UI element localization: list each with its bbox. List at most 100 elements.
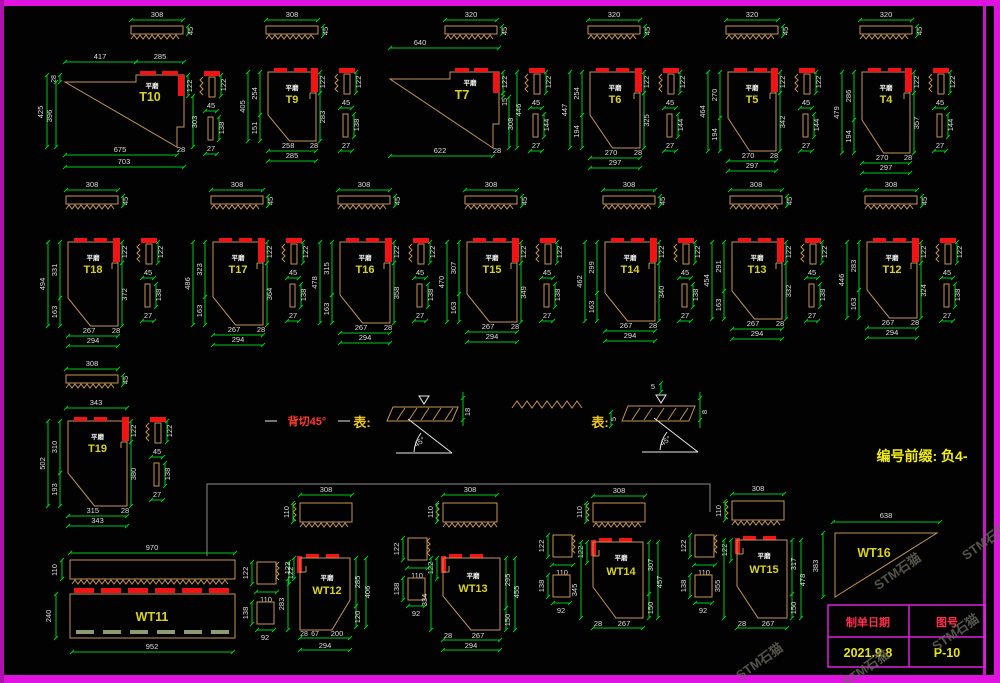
- dim-text: 122: [814, 76, 823, 89]
- dim-text: 308: [623, 180, 636, 189]
- dim-text: 294: [319, 641, 332, 650]
- zigzag-edge: [66, 384, 114, 388]
- dim-text: 320: [880, 10, 893, 19]
- dim-text: 320: [465, 10, 478, 19]
- outline-rect: [154, 463, 159, 486]
- dim-text: 28: [776, 319, 784, 328]
- zigzag-edge: [860, 35, 908, 39]
- dim-text: 494: [38, 278, 47, 291]
- outline-rect: [445, 26, 497, 34]
- dim-text: 267: [620, 321, 633, 330]
- dim-text: 45: [920, 197, 929, 205]
- dim-text: 120: [353, 611, 362, 624]
- dim-text: 45: [532, 98, 540, 107]
- red-strip: [893, 238, 906, 242]
- dim-text: 5: [609, 417, 618, 421]
- line: [409, 408, 417, 420]
- wavy-edge: [714, 535, 717, 553]
- dim-text: 67: [311, 631, 319, 638]
- wavy-edge: [795, 74, 798, 92]
- outline-rect: [695, 535, 714, 557]
- dim-text: 297: [880, 163, 893, 172]
- dim-text: 163: [449, 302, 458, 315]
- red-strip: [74, 238, 87, 242]
- dim-text: 406: [363, 586, 372, 599]
- outline-rect: [668, 74, 674, 94]
- dim-text: 283: [849, 260, 858, 273]
- dim-text: WT14: [606, 566, 636, 578]
- outline-rect: [257, 602, 274, 624]
- dim-text: T9: [286, 94, 299, 106]
- panel-T4: 32045平磨T44792861941223572702829712245144…: [832, 10, 957, 175]
- red-strip: [663, 68, 679, 73]
- outline-rect: [667, 114, 672, 137]
- panel-outline: [65, 75, 184, 147]
- outline-rect: [803, 114, 808, 137]
- dim-text: 122: [392, 246, 401, 259]
- dim-text: 267: [747, 319, 760, 328]
- red-strip: [540, 238, 556, 243]
- red-strip: [155, 588, 175, 593]
- dim-text: 8: [700, 410, 709, 414]
- dim-text: 平磨: [486, 253, 500, 262]
- dim-text: 308: [151, 10, 164, 19]
- outline-rect: [695, 575, 712, 597]
- dim-text: 308: [320, 485, 333, 494]
- dim-text: 122: [500, 76, 509, 89]
- panel-WT15: 308110平磨WT1512235531747815028267: [713, 484, 807, 630]
- dim-text: 平磨: [91, 432, 105, 441]
- dim-text: 27: [416, 311, 424, 320]
- red-strip: [599, 538, 612, 542]
- dim-text: 193: [50, 483, 59, 496]
- dim-text: 383: [811, 560, 820, 573]
- dim-text: 283: [277, 598, 286, 611]
- zigzag-edge: [66, 205, 114, 209]
- dim-text: 479: [832, 106, 841, 119]
- outline-rect: [732, 501, 784, 520]
- dim-text: 464: [698, 105, 707, 118]
- dim-text: 92: [261, 633, 269, 642]
- outline-rect: [146, 244, 152, 264]
- dim-text: 27: [808, 311, 816, 320]
- outline-rect: [726, 26, 778, 34]
- dim-text: 138: [537, 580, 546, 593]
- red-strip: [162, 71, 178, 75]
- red-strip: [738, 238, 751, 242]
- dim-text: 122: [678, 76, 687, 89]
- red-strip: [141, 238, 157, 243]
- dim-text: 267: [472, 631, 485, 640]
- dim-text: 138: [426, 289, 435, 302]
- dim-text: 200: [331, 629, 344, 638]
- dim-text: 340: [657, 286, 666, 299]
- dim-text: 110: [556, 568, 568, 577]
- red-strip: [650, 238, 657, 262]
- dim-text: 478: [798, 574, 807, 587]
- dim-text: 315: [322, 262, 331, 275]
- dim-text: 405: [238, 100, 247, 113]
- dim-text: 122: [948, 76, 957, 89]
- dim-text: 45: [266, 197, 275, 205]
- dim-text: 45: [681, 268, 689, 277]
- red-strip: [346, 238, 359, 242]
- dim-text: 358: [392, 287, 401, 300]
- panel-T9: 30845平磨T94052541511222832582828512245138…: [238, 10, 363, 163]
- dim-text: 122: [912, 76, 921, 89]
- dim-text: 308: [485, 180, 498, 189]
- dim-text: 122: [219, 79, 228, 92]
- dim-text: 325: [642, 114, 651, 127]
- drawing-canvas: 30845417285平磨T10284253961223036752870312…: [0, 0, 1000, 683]
- dim-text: 122: [555, 246, 564, 259]
- dim-text: 315: [87, 506, 100, 515]
- panel-T17: 30845平磨T17486323163122364267282941224513…: [183, 180, 310, 347]
- red-strip: [493, 238, 506, 242]
- red-strip: [758, 238, 771, 242]
- dim-text: 267: [882, 318, 895, 327]
- dim-text: 110: [260, 595, 272, 604]
- outline-rect: [418, 244, 424, 264]
- red-strip: [912, 238, 919, 262]
- dim-text: 45: [144, 268, 152, 277]
- dim-text: T4: [880, 94, 894, 106]
- dim-text: 138: [299, 289, 308, 302]
- dim-text: 342: [778, 116, 787, 129]
- outline-rect: [945, 244, 951, 264]
